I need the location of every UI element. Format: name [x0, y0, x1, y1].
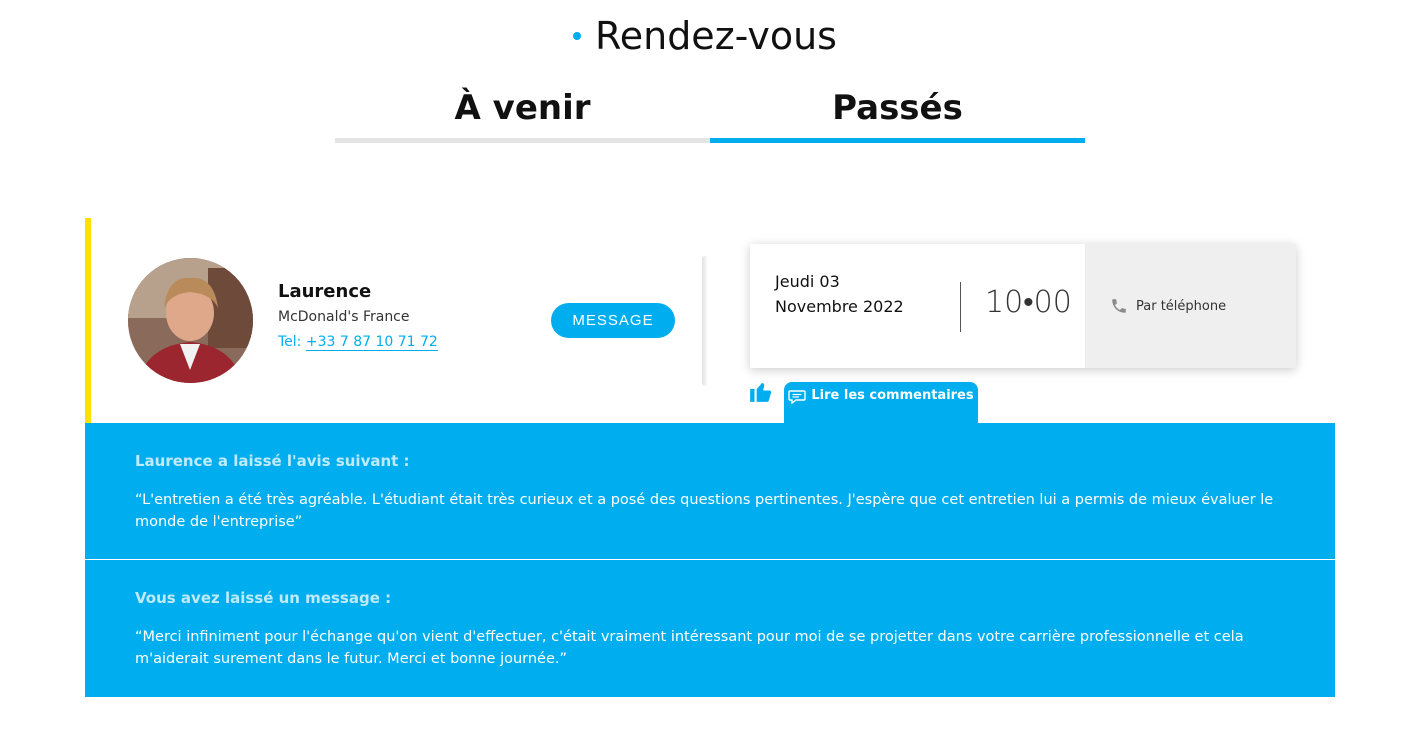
page-title: Rendez-vous: [573, 14, 837, 58]
tab-past-label: Passés: [832, 88, 963, 128]
tab-past-underline: [710, 138, 1085, 143]
card-divider: [702, 256, 708, 386]
contact-company: McDonald's France: [278, 309, 410, 325]
read-comments-button[interactable]: Lire les commentaires: [784, 382, 978, 423]
tel-label: Tel:: [278, 334, 306, 350]
appointment-date: Jeudi 03 Novembre 2022: [775, 272, 904, 316]
phone-icon: [1112, 299, 1126, 313]
tel-link[interactable]: +33 7 87 10 71 72: [305, 334, 438, 351]
feedback-received-panel: Laurence a laissé l'avis suivant : “L'en…: [85, 423, 1335, 559]
mode-label: Par téléphone: [1136, 298, 1227, 314]
tab-upcoming[interactable]: À venir: [335, 88, 710, 143]
thumbs-up-icon[interactable]: [748, 378, 774, 404]
contact-info: Laurence McDonald's France Tel: +33 7 87…: [278, 281, 438, 351]
feedback-received-title: Laurence a laissé l'avis suivant :: [135, 452, 410, 470]
feedback-received-text: “L'entretien a été très agréable. L'étud…: [135, 492, 1274, 530]
tab-past[interactable]: Passés: [710, 88, 1085, 143]
status-bar: [85, 218, 91, 423]
read-comments-label: Lire les commentaires: [811, 388, 974, 403]
page-header: Rendez-vous: [0, 14, 1410, 58]
datetime-box: Jeudi 03 Novembre 2022 10•00 Par télépho…: [750, 244, 1296, 368]
contact-name: Laurence: [278, 281, 372, 302]
feedback-sent-panel: Vous avez laissé un message : “Merci inf…: [85, 560, 1335, 697]
message-button[interactable]: MESSAGE: [551, 303, 675, 338]
chat-bubble-icon: [788, 390, 807, 404]
appointment-time: 10•00: [985, 285, 1072, 320]
appointment-mode: Par téléphone: [1085, 244, 1296, 368]
page-title-text: Rendez-vous: [595, 14, 837, 58]
title-bullet: [573, 32, 582, 40]
tab-upcoming-label: À venir: [454, 88, 591, 128]
avatar-image: [128, 258, 253, 383]
feedback-sent-text: “Merci infiniment pour l'échange qu'on v…: [135, 629, 1244, 667]
feedback-sent-title: Vous avez laissé un message :: [135, 589, 392, 607]
contact-tel: Tel: +33 7 87 10 71 72: [278, 334, 438, 351]
tab-upcoming-underline: [335, 138, 710, 143]
tab-bar: À venir Passés: [335, 88, 1085, 143]
avatar: [128, 258, 253, 383]
date-time-separator: [960, 282, 961, 332]
appointment-card: Laurence McDonald's France Tel: +33 7 87…: [85, 218, 1335, 423]
